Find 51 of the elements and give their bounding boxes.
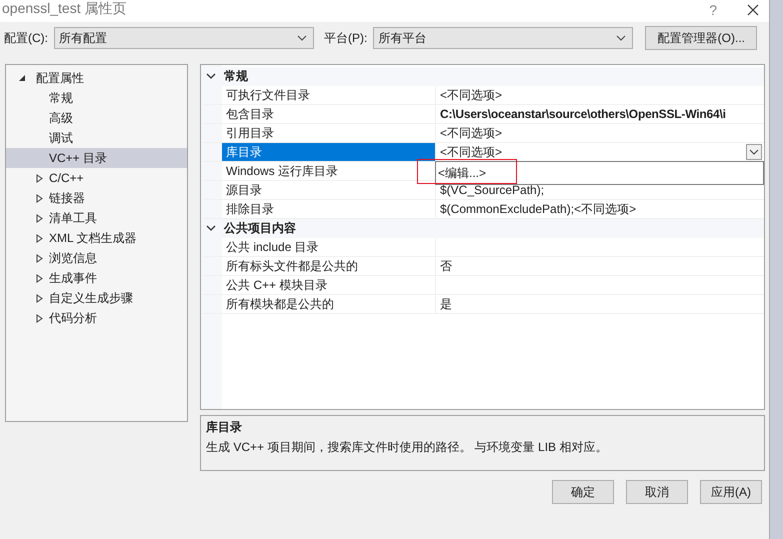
tree-item[interactable]: 自定义生成步骤 bbox=[6, 288, 187, 308]
tree-item[interactable]: 代码分析 bbox=[6, 308, 187, 328]
chevron-down-icon[interactable] bbox=[206, 73, 216, 80]
chevron-down-icon[interactable] bbox=[206, 225, 216, 232]
dialog-button[interactable]: 应用(A) bbox=[700, 480, 762, 504]
chevron-down-icon bbox=[297, 35, 307, 41]
collapsed-triangle-icon[interactable] bbox=[36, 234, 43, 242]
property-value[interactable]: 是 bbox=[440, 296, 452, 312]
collapsed-triangle-icon[interactable] bbox=[36, 214, 43, 222]
dialog-button[interactable]: 取消 bbox=[626, 480, 688, 504]
property-name[interactable]: 库目录 bbox=[222, 143, 436, 161]
config-label: 配置(C): bbox=[4, 30, 48, 46]
collapsed-triangle-icon[interactable] bbox=[36, 274, 43, 282]
dialog-button[interactable]: 确定 bbox=[552, 480, 614, 504]
property-value[interactable]: C:\Users\oceanstar\source\others\OpenSSL-Win64\i bbox=[440, 107, 726, 121]
platform-label: 平台(P): bbox=[324, 30, 368, 46]
expanded-triangle-icon[interactable] bbox=[18, 74, 26, 82]
platform-dropdown[interactable]: 所有平台 bbox=[373, 27, 634, 49]
tree-item[interactable]: XML 文档生成器 bbox=[6, 228, 187, 248]
property-value[interactable]: $(VC_SourcePath); bbox=[440, 183, 544, 197]
description-title: 库目录 bbox=[206, 418, 243, 436]
help-button[interactable]: ? bbox=[709, 2, 717, 18]
config-manager-button[interactable]: 配置管理器(O)... bbox=[645, 26, 758, 50]
collapsed-triangle-icon[interactable] bbox=[36, 174, 43, 182]
window-title: openssl_test 属性页 bbox=[1, 0, 126, 18]
close-icon[interactable] bbox=[747, 4, 759, 16]
property-value[interactable]: <不同选项> bbox=[440, 144, 502, 160]
tree-item[interactable]: 清单工具 bbox=[6, 208, 187, 228]
dropdown-item[interactable]: <编辑...> bbox=[438, 164, 486, 182]
property-value[interactable]: $(CommonExcludePath);<不同选项> bbox=[440, 200, 636, 218]
tree-item[interactable]: 链接器 bbox=[6, 188, 187, 208]
tree-item[interactable]: C/C++ bbox=[6, 168, 187, 188]
tree-item[interactable]: 生成事件 bbox=[6, 268, 187, 288]
description-text: 生成 VC++ 项目期间，搜索库文件时使用的路径。 与环境变量 LIB 相对应。 bbox=[206, 438, 608, 456]
tree-item[interactable]: 配置属性 bbox=[36, 70, 84, 86]
tree-item[interactable]: VC++ 目录 bbox=[6, 148, 187, 168]
collapsed-triangle-icon[interactable] bbox=[36, 294, 43, 302]
tree-item[interactable]: 调试 bbox=[6, 128, 187, 148]
tree-item[interactable]: 浏览信息 bbox=[6, 248, 187, 268]
property-value[interactable]: <不同选项> bbox=[440, 124, 502, 142]
section-header: 常规 bbox=[224, 68, 248, 85]
section-header: 公共项目内容 bbox=[224, 220, 296, 237]
collapsed-triangle-icon[interactable] bbox=[36, 314, 43, 322]
collapsed-triangle-icon[interactable] bbox=[36, 254, 43, 262]
property-value[interactable]: 否 bbox=[440, 258, 452, 274]
chevron-down-icon bbox=[616, 35, 626, 41]
property-value[interactable]: <不同选项> bbox=[440, 86, 502, 104]
config-dropdown[interactable]: 所有配置 bbox=[54, 27, 314, 49]
tree-item[interactable]: 常规 bbox=[6, 88, 187, 108]
tree-item[interactable]: 高级 bbox=[6, 108, 187, 128]
collapsed-triangle-icon[interactable] bbox=[36, 194, 43, 202]
